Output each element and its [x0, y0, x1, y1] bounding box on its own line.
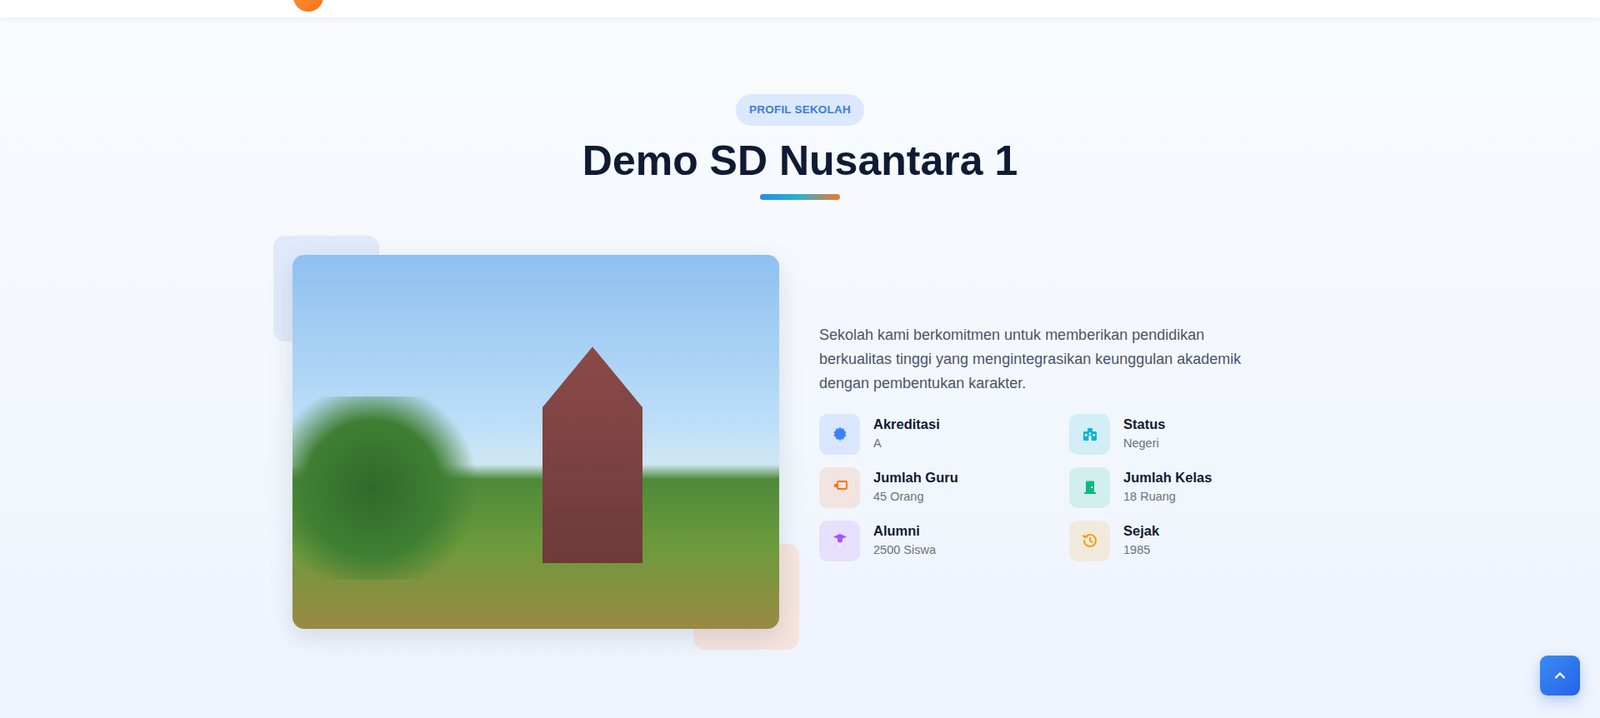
facts-list: AkreditasiA StatusNegeri Jumlah Guru 45 Ora…	[819, 414, 1308, 562]
fact-value: Negeri	[1123, 435, 1165, 452]
fact-label: Status	[1123, 416, 1165, 434]
award-icon	[831, 425, 849, 443]
graduate-icon	[831, 532, 849, 550]
fact-text: Jumlah Kelas 18 Ruang	[1123, 470, 1212, 505]
fact-value: A	[873, 435, 940, 452]
scroll-top-button[interactable]	[1540, 655, 1580, 696]
fact-text: Alumni 2500 Siswa	[873, 523, 936, 559]
fact-label: Jumlah Kelas	[1123, 470, 1212, 487]
fact-label: Jumlah Guru	[873, 470, 959, 487]
logo-icon[interactable]	[293, 0, 324, 12]
fact-value: 1985	[1123, 542, 1160, 559]
fact-text: StatusNegeri	[1123, 416, 1165, 452]
section-badge: PROFIL SEKOLAH	[735, 94, 865, 126]
fact-icon-box	[1069, 520, 1110, 562]
school-photo	[292, 255, 780, 630]
fact-text: Sejak 1985	[1123, 523, 1160, 559]
school-icon	[1081, 425, 1099, 443]
fact-item: Jumlah Guru 45 Orang	[819, 467, 1070, 509]
fact-item: Jumlah Kelas 18 Ruang	[1069, 467, 1308, 509]
fact-item: Sejak 1985	[1069, 520, 1308, 562]
chevron-up-icon	[1552, 668, 1568, 684]
fact-label: Akreditasi	[873, 416, 940, 434]
fact-icon-box	[1069, 467, 1110, 509]
fact-label: Sejak	[1123, 523, 1160, 540]
fact-value: 45 Orang	[873, 489, 959, 505]
history-icon	[1081, 532, 1099, 550]
navbar	[0, 0, 1600, 18]
door-icon	[1081, 479, 1099, 496]
fact-value: 2500 Siswa	[873, 542, 936, 559]
fact-icon-box	[1069, 414, 1110, 455]
fact-icon-box	[819, 467, 860, 509]
fact-label: Alumni	[873, 523, 936, 540]
title-underline	[760, 194, 840, 200]
profile-info: Sekolah kami berkomitmen untuk memberika…	[819, 323, 1308, 562]
fact-value: 18 Ruang	[1123, 489, 1212, 505]
teacher-icon	[831, 479, 849, 496]
fact-item: Alumni 2500 Siswa	[819, 520, 1070, 562]
fact-icon-box	[819, 414, 860, 455]
fact-text: AkreditasiA	[873, 416, 940, 452]
fact-text: Jumlah Guru 45 Orang	[873, 470, 959, 505]
profile-section: PROFIL SEKOLAH Demo SD Nusantara 1 Sekol…	[0, 17, 1600, 630]
photo-frame	[292, 255, 780, 630]
description: Sekolah kami berkomitmen untuk memberika…	[819, 323, 1270, 396]
fact-item: StatusNegeri	[1069, 414, 1308, 455]
fact-icon-box	[819, 520, 860, 562]
section-title: Demo SD Nusantara 1	[0, 135, 1600, 186]
fact-item: AkreditasiA	[819, 414, 1070, 455]
